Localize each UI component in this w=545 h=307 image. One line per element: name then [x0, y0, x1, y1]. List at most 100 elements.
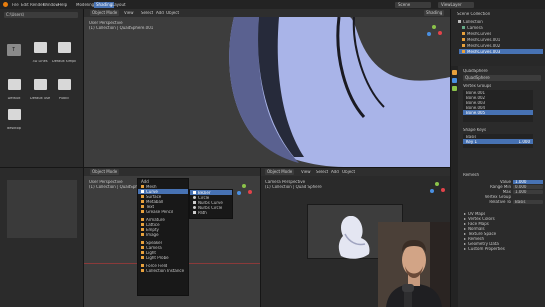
- shape-key-value[interactable]: 1.000: [519, 140, 530, 144]
- metaball-icon: [141, 200, 144, 203]
- mesh-icon: [462, 38, 465, 41]
- submenu-item-path[interactable]: Path: [190, 210, 232, 215]
- folder-icon: [57, 79, 71, 90]
- light-probe-icon: [141, 256, 144, 259]
- tab-layout[interactable]: Layout: [112, 3, 126, 7]
- section-header[interactable]: ▸ Custom Properties: [461, 246, 543, 251]
- grease-pencil-icon: [141, 210, 144, 213]
- menu-item-label: Collection Instance: [146, 268, 185, 273]
- field-value[interactable]: 1.000: [513, 189, 543, 194]
- text-icon: [141, 205, 144, 208]
- nurbs-circle-icon: [193, 206, 196, 209]
- main-viewport[interactable]: Object Mode View Select Add Object Shadi…: [84, 9, 450, 167]
- navigation-gizmo[interactable]: [427, 180, 447, 200]
- folder-item[interactable]: Default: [6, 79, 22, 103]
- navigation-gizmo[interactable]: [424, 23, 444, 43]
- folder-item[interactable]: desktop: [6, 109, 22, 133]
- mesh-icon: [141, 185, 144, 188]
- data-tab-icon[interactable]: [452, 86, 457, 91]
- menu-help[interactable]: Help: [58, 3, 67, 7]
- menu-item-label: Force Field: [146, 263, 168, 268]
- menu-item-grease-pencil[interactable]: Grease Pencil: [138, 209, 188, 214]
- z-axis-icon[interactable]: [427, 32, 431, 36]
- section-label: Remesh: [468, 236, 485, 241]
- outliner-item-label: Camera: [467, 25, 483, 30]
- vertex-groups-title[interactable]: Vertex Groups: [463, 84, 491, 88]
- list-item-label: Bone.003: [466, 100, 486, 105]
- mode-selector[interactable]: Object Mode: [90, 169, 120, 175]
- image-editor[interactable]: [0, 167, 84, 307]
- shading-button[interactable]: Shading: [424, 10, 445, 16]
- mode-selector[interactable]: Object Mode: [265, 169, 295, 175]
- menu-view[interactable]: View: [301, 170, 311, 174]
- menu-select[interactable]: Select: [141, 11, 153, 15]
- menu-object[interactable]: Object: [166, 11, 179, 15]
- field-value[interactable]: 0.000: [513, 184, 543, 189]
- section-label: Texture Space: [468, 231, 497, 236]
- field-value[interactable]: Basis: [513, 199, 543, 204]
- chevron-right-icon: ▸: [464, 241, 467, 246]
- empty-canvas: [7, 180, 77, 238]
- folder-label: 3D Lines: [32, 60, 48, 63]
- menu-item-light-probe[interactable]: Light Probe: [138, 255, 188, 260]
- outliner-item[interactable]: Camera: [459, 25, 543, 30]
- outliner-item[interactable]: MeshCurves.003: [459, 49, 543, 54]
- x-axis-icon[interactable]: [438, 31, 442, 35]
- y-axis-icon[interactable]: [242, 184, 246, 188]
- outliner-item[interactable]: MeshCurves.002: [459, 43, 543, 48]
- navigation-gizmo[interactable]: [234, 182, 254, 202]
- field-label: Vertex Group: [484, 194, 511, 199]
- x-axis-icon[interactable]: [248, 190, 252, 194]
- folder-item[interactable]: Default simple: [52, 42, 76, 66]
- remesh-title[interactable]: Remesh: [463, 173, 479, 177]
- menu-item-label: Camera: [146, 245, 162, 250]
- add-menu: Add Mesh Curve Surface Metaball Text Gre…: [137, 178, 189, 296]
- folder-icon: [33, 79, 47, 90]
- speaker-icon: [141, 241, 144, 244]
- section-label: Custom Properties: [468, 246, 505, 251]
- field-value[interactable]: 1.000: [513, 179, 543, 184]
- blender-logo-icon[interactable]: [3, 2, 8, 7]
- x-axis-icon[interactable]: [441, 188, 445, 192]
- menu-edit[interactable]: Edit: [21, 3, 29, 7]
- menu-item-image[interactable]: Image: [138, 232, 188, 237]
- file-path-field[interactable]: C:\Users\: [4, 12, 78, 18]
- outliner-item[interactable]: MeshCurves.001: [459, 37, 543, 42]
- view-layer-selector[interactable]: ViewLayer: [438, 2, 474, 8]
- scene-selector[interactable]: Scene: [395, 2, 431, 8]
- menu-window[interactable]: Window: [43, 3, 59, 7]
- mode-selector[interactable]: Object Mode: [90, 10, 120, 16]
- webcam-overlay: [378, 222, 450, 307]
- menu-object[interactable]: Object: [342, 170, 355, 174]
- y-axis-icon[interactable]: [435, 182, 439, 186]
- tab-modeling[interactable]: Modeling: [76, 3, 94, 7]
- menu-file[interactable]: File: [12, 3, 19, 7]
- object-tab-icon[interactable]: [452, 70, 457, 75]
- folder-item[interactable]: 3D Lines: [32, 42, 48, 66]
- list-item[interactable]: Bone.005: [463, 110, 533, 115]
- outliner-item[interactable]: Collection: [455, 19, 543, 24]
- menu-select[interactable]: Select: [316, 170, 328, 174]
- folder-label: Default: [7, 97, 21, 100]
- menu-item-label: Empty: [146, 227, 159, 232]
- menu-item-collection-instance[interactable]: Collection Instance: [138, 268, 188, 273]
- modifier-tab-icon[interactable]: [452, 78, 457, 83]
- z-axis-icon[interactable]: [430, 189, 434, 193]
- shape-keys-title[interactable]: Shape Keys: [463, 128, 486, 132]
- viewport-header: Object Mode View Select Add Object: [261, 168, 450, 176]
- y-axis-icon[interactable]: [432, 25, 436, 29]
- folder-label: Public: [58, 97, 70, 100]
- z-axis-icon[interactable]: [237, 191, 241, 195]
- menu-add[interactable]: Add: [331, 170, 339, 174]
- parent-folder-button[interactable]: ↑: [7, 44, 21, 56]
- menu-add[interactable]: Add: [156, 11, 164, 15]
- menu-view[interactable]: View: [124, 11, 134, 15]
- shape-key-list: Basis Key 1 1.000: [463, 134, 533, 148]
- shape-key-fields: Value 1.000 Range Min 0.000 Max 1.000 Verte…: [463, 179, 543, 204]
- folder-item[interactable]: Public: [56, 79, 72, 103]
- folder-item[interactable]: Default user: [30, 79, 50, 103]
- data-name-field[interactable]: QuadSphere: [463, 75, 541, 81]
- list-item[interactable]: Key 1 1.000: [463, 139, 533, 144]
- outliner-item[interactable]: MeshCurves: [459, 31, 543, 36]
- section-label: Face Maps: [468, 221, 489, 226]
